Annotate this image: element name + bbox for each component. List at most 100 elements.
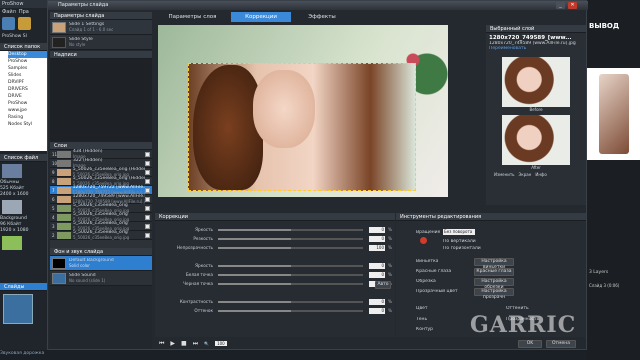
left-panel-title: ProShow Sl <box>2 34 27 39</box>
correction-slider[interactable] <box>218 264 363 267</box>
selected-layer-panel: Выбранный слой 1280x720_749589_[www... 1… <box>486 25 586 205</box>
layer-thumb <box>57 222 71 230</box>
main-preview[interactable] <box>158 25 448 197</box>
folder-item[interactable]: DRIVE <box>8 93 47 100</box>
rename-link[interactable]: Переименовать <box>486 46 586 51</box>
edit-button[interactable]: Изменить <box>494 172 515 177</box>
correction-value[interactable]: 0 <box>369 298 385 305</box>
cancel-button[interactable]: Отмена <box>546 340 576 348</box>
screen-button[interactable]: Экран <box>519 172 532 177</box>
layer-visibility-checkbox[interactable] <box>145 169 150 175</box>
correction-value[interactable]: 0 <box>369 307 385 314</box>
menu-edit[interactable]: Пра <box>19 9 29 16</box>
correction-row: Непрозрачность 100% <box>155 243 395 252</box>
correction-slider[interactable] <box>218 300 363 303</box>
transparent-button[interactable]: Настройка прозрачн <box>474 288 514 300</box>
folder-item[interactable]: ProShow <box>8 100 47 107</box>
correction-label: Оттенок <box>194 308 213 313</box>
layers-toolbar <box>50 240 152 248</box>
tab-layer-settings[interactable]: Параметры слоя <box>155 12 230 22</box>
layer-visibility-checkbox[interactable] <box>145 214 150 220</box>
correction-row: Яркость 0% <box>155 225 395 234</box>
layer-visibility-checkbox[interactable] <box>145 178 150 184</box>
correction-label: Белая точка <box>185 272 213 277</box>
auto-button[interactable]: Авто <box>375 281 391 289</box>
folder-item[interactable]: DRIVERS <box>8 86 47 93</box>
correction-slider[interactable] <box>218 237 363 240</box>
file-thumb[interactable] <box>2 164 22 178</box>
play-icon[interactable]: ▶ <box>170 340 175 347</box>
ok-button[interactable]: OK <box>518 340 542 348</box>
transparent-color-label: Прозрачный цвет <box>416 289 458 294</box>
watermark: GARRIC <box>470 312 577 338</box>
folder-item[interactable]: ProShow <box>8 58 47 65</box>
crop-label: Обрезка <box>416 279 436 284</box>
layer-visibility-checkbox[interactable] <box>145 223 150 229</box>
layer-thumb <box>57 150 71 158</box>
flip-vertical-label[interactable]: По вертикали <box>443 239 476 244</box>
correction-row: Белая точка 0% <box>155 270 395 279</box>
slide-style-sub: No style <box>69 42 86 47</box>
forward-icon[interactable]: ⏭ <box>193 340 198 348</box>
redeye-button[interactable]: Красные глаза <box>474 268 514 276</box>
flip-horizontal-label[interactable]: По горизонтали <box>443 246 481 251</box>
slide-thumb[interactable] <box>3 294 33 324</box>
correction-slider[interactable] <box>218 228 363 231</box>
menu-file[interactable]: Файл <box>2 9 16 16</box>
slide-settings-item[interactable]: Slide 1 Settings Слайд 1 of 1 - 6.0 sec <box>50 20 152 35</box>
folder-item[interactable]: Slides <box>8 72 47 79</box>
tab-effects[interactable]: Эффекты <box>292 12 352 22</box>
file-thumb[interactable] <box>2 236 22 250</box>
info-button[interactable]: Инфо <box>535 172 546 177</box>
folder-item[interactable]: DRVIPF <box>8 79 47 86</box>
layer-visibility-checkbox[interactable] <box>145 151 150 157</box>
background-item[interactable]: Default Background Solid color <box>50 256 152 271</box>
folder-item[interactable]: Desktop <box>8 51 47 58</box>
correction-slider[interactable] <box>218 246 363 249</box>
correction-slider[interactable] <box>218 273 363 276</box>
crop-button[interactable]: Настройка обрезки <box>474 278 514 290</box>
slide-sound-item[interactable]: Slide Sound No sound (slide 1) <box>50 271 152 286</box>
folder-item[interactable]: Rasing <box>8 114 47 121</box>
minimize-button[interactable]: _ <box>556 2 565 9</box>
folder-item[interactable]: Nodes Styl <box>8 121 47 128</box>
close-button[interactable]: ✕ <box>568 2 577 9</box>
rewind-icon[interactable]: ⏮ <box>159 340 164 348</box>
file-thumb[interactable] <box>2 200 22 214</box>
rotate-select[interactable]: Без поворота <box>443 229 475 235</box>
layer-visibility-checkbox[interactable] <box>145 160 150 166</box>
correction-slider[interactable] <box>218 309 363 312</box>
left-column: Параметры слайда Slide 1 Settings Слайд 1… <box>50 12 152 349</box>
slide-style-item[interactable]: Slide Style No style <box>50 35 152 50</box>
layer-visibility-checkbox[interactable] <box>145 187 150 193</box>
correction-label: Непрозрачность <box>176 245 213 250</box>
folder-item[interactable]: www.jpe <box>8 107 47 114</box>
correction-slider[interactable] <box>218 282 363 285</box>
folder-item[interactable]: Samples <box>8 65 47 72</box>
layer-visibility-checkbox[interactable] <box>145 196 150 202</box>
tab-corrections[interactable]: Коррекции <box>231 12 291 22</box>
correction-value[interactable]: 0 <box>369 271 385 278</box>
layer-visibility-checkbox[interactable] <box>145 232 150 238</box>
layer-thumb <box>57 213 71 221</box>
layer-visibility-checkbox[interactable] <box>145 205 150 211</box>
layer-thumb <box>57 231 71 239</box>
vignette-button[interactable]: Настройка виньетки <box>474 258 514 270</box>
layer-selection-frame[interactable] <box>188 63 416 191</box>
correction-value[interactable]: 0 <box>369 262 385 269</box>
correction-value[interactable]: 100 <box>369 244 385 251</box>
outline-label: Контур <box>416 327 434 332</box>
color-label: Цвет <box>416 306 428 311</box>
open-icon[interactable] <box>18 17 31 30</box>
vignette-label: Виньетка <box>416 259 439 264</box>
layer-row[interactable]: 2 5_50026_c35ee8ea_orig 5_50026_c35ee8ea_o… <box>50 230 152 240</box>
correction-value[interactable]: 0 <box>369 235 385 242</box>
correction-value[interactable]: 0 <box>369 226 385 233</box>
slides-header: Слайды <box>0 283 47 291</box>
create-icon[interactable] <box>2 17 15 30</box>
stop-icon[interactable]: ■ <box>181 340 187 347</box>
edit-tools-header: Инструменты редактирования <box>396 213 586 221</box>
zoom-value[interactable]: 100 <box>215 341 227 346</box>
dialog-titlebar: Параметры слайда <box>48 1 588 10</box>
percent-label: % <box>388 227 392 232</box>
